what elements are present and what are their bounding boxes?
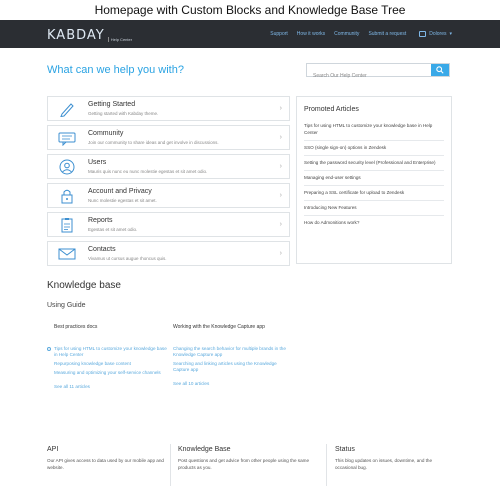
logo-wordmark: KABDAY bbox=[47, 28, 105, 43]
kb-section-knowledge-capture: Working with the Knowledge Capture app C… bbox=[173, 324, 288, 386]
footer-block-text: Post questions and get advice from other… bbox=[178, 458, 310, 470]
current-article-bullet-icon bbox=[47, 347, 51, 351]
category-description: Join our community to share ideas and ge… bbox=[88, 140, 219, 145]
chevron-right-icon: › bbox=[279, 221, 282, 228]
hero-title: What can we help you with? bbox=[47, 64, 184, 76]
lock-icon bbox=[61, 189, 73, 204]
user-name: Dolores bbox=[429, 31, 447, 37]
search-box bbox=[306, 63, 450, 82]
pencil-icon bbox=[60, 103, 74, 117]
category-contacts[interactable]: Contacts Vivamus ut cursus augue rhoncus… bbox=[47, 241, 290, 266]
nav-link-community[interactable]: Community bbox=[334, 31, 359, 37]
top-navigation-bar: KABDAY Help Center Support How it works … bbox=[0, 20, 500, 48]
search-icon bbox=[436, 66, 444, 74]
user-icon bbox=[59, 159, 75, 175]
kb-section-title[interactable]: Best practices docs bbox=[54, 324, 169, 330]
category-title: Users bbox=[88, 159, 107, 166]
logo-subtitle: Help Center bbox=[107, 37, 132, 42]
kb-article-link[interactable]: Tips for using HTML to customize your kn… bbox=[47, 346, 169, 358]
category-getting-started[interactable]: Getting Started Getting started with Kab… bbox=[47, 96, 290, 121]
kb-section-title[interactable]: Working with the Knowledge Capture app bbox=[173, 324, 288, 330]
chevron-right-icon: › bbox=[279, 163, 282, 170]
page-caption: Homepage with Custom Blocks and Knowledg… bbox=[0, 0, 500, 20]
category-list: Getting Started Getting started with Kab… bbox=[47, 96, 290, 270]
chat-icon bbox=[58, 132, 76, 146]
see-all-articles-link[interactable]: See all 11 articles bbox=[54, 384, 169, 389]
kb-article-title: Tips for using HTML to customize your kn… bbox=[54, 346, 167, 357]
category-users[interactable]: Users Mauris quis nunc eu nunc molestie … bbox=[47, 154, 290, 179]
category-description: Nunc molestie egestas et sit amet. bbox=[88, 198, 157, 203]
chevron-right-icon: › bbox=[279, 192, 282, 199]
footer-divider bbox=[326, 444, 327, 486]
category-description: Getting started with Kabday theme. bbox=[88, 111, 159, 116]
chevron-right-icon: › bbox=[279, 250, 282, 257]
chevron-down-icon: ▾ bbox=[449, 31, 452, 37]
promoted-article-link[interactable]: Tips for using HTML to customize your kn… bbox=[304, 119, 444, 141]
nav-link-how-it-works[interactable]: How it works bbox=[297, 31, 325, 37]
kb-category-title[interactable]: Using Guide bbox=[47, 302, 452, 309]
promoted-articles-panel: Promoted Articles Tips for using HTML to… bbox=[296, 96, 452, 264]
category-description: Mauris quis nunc eu nunc molestie egesta… bbox=[88, 169, 208, 174]
footer-block-title[interactable]: Status bbox=[335, 446, 455, 453]
kb-article-link[interactable]: Repurposing knowledge base content bbox=[54, 361, 169, 367]
nav-link-submit-request[interactable]: Submit a request bbox=[368, 31, 406, 37]
clipboard-icon bbox=[61, 218, 73, 233]
kb-article-link[interactable]: Changing the search behavior for multipl… bbox=[173, 346, 288, 358]
envelope-icon bbox=[58, 248, 76, 260]
kb-article-link[interactable]: Searching and linking articles using the… bbox=[173, 361, 288, 373]
promoted-article-link[interactable]: Introducing New Features bbox=[304, 201, 444, 216]
promoted-article-link[interactable]: Managing end-user settings bbox=[304, 171, 444, 186]
promoted-articles-title: Promoted Articles bbox=[304, 106, 359, 113]
category-account-privacy[interactable]: Account and Privacy Nunc molestie egesta… bbox=[47, 183, 290, 208]
category-title: Contacts bbox=[88, 246, 116, 253]
category-community[interactable]: Community Join our community to share id… bbox=[47, 125, 290, 150]
category-title: Reports bbox=[88, 217, 113, 224]
footer-block-status: Status This blog updates on issues, down… bbox=[335, 446, 455, 471]
chevron-right-icon: › bbox=[279, 105, 282, 112]
chevron-right-icon: › bbox=[279, 134, 282, 141]
promoted-article-link[interactable]: Preparing a SSL certificate for upload t… bbox=[304, 186, 444, 201]
footer-block-api: API Our API gives access to data used by… bbox=[47, 446, 167, 471]
footer-block-knowledge-base: Knowledge Base Post questions and get ad… bbox=[178, 446, 309, 471]
knowledge-base-heading: Knowledge base bbox=[47, 280, 121, 291]
promoted-article-link[interactable]: SSO (single sign-on) options in Zendesk bbox=[304, 141, 444, 156]
kb-article-link[interactable]: Measuring and optimizing your self-servi… bbox=[54, 370, 169, 376]
promoted-article-link[interactable]: Setting the password security level (Pro… bbox=[304, 156, 444, 171]
user-avatar-icon bbox=[419, 31, 427, 37]
see-all-articles-link[interactable]: See all 10 articles bbox=[173, 381, 288, 386]
nav-link-support[interactable]: Support bbox=[270, 31, 288, 37]
category-description: Vivamus ut cursus augue rhoncus quis. bbox=[88, 256, 167, 261]
category-title: Account and Privacy bbox=[88, 188, 152, 195]
footer-divider bbox=[170, 444, 171, 486]
knowledge-base-section: Using Guide Best practices docs Tips for… bbox=[47, 296, 452, 416]
promoted-article-link[interactable]: How do Admonitions work? bbox=[304, 216, 444, 230]
category-title: Community bbox=[88, 130, 124, 137]
footer-block-text: Our API gives access to data used by our… bbox=[47, 458, 164, 470]
category-title: Getting Started bbox=[88, 101, 136, 108]
footer-block-title[interactable]: Knowledge Base bbox=[178, 446, 298, 453]
category-reports[interactable]: Reports Egestas et sit amet odio. › bbox=[47, 212, 290, 237]
kb-section-best-practices: Best practices docs Tips for using HTML … bbox=[47, 324, 169, 389]
search-input[interactable] bbox=[307, 70, 429, 82]
search-button[interactable] bbox=[431, 64, 449, 76]
site-logo[interactable]: KABDAY Help Center bbox=[47, 24, 132, 44]
user-menu[interactable]: Dolores ▾ bbox=[419, 31, 452, 37]
footer-block-title[interactable]: API bbox=[47, 446, 167, 453]
main-nav: Support How it works Community Submit a … bbox=[270, 20, 452, 48]
footer-block-text: This blog updates on issues, downtime, a… bbox=[335, 458, 433, 470]
category-description: Egestas et sit amet odio. bbox=[88, 227, 138, 232]
